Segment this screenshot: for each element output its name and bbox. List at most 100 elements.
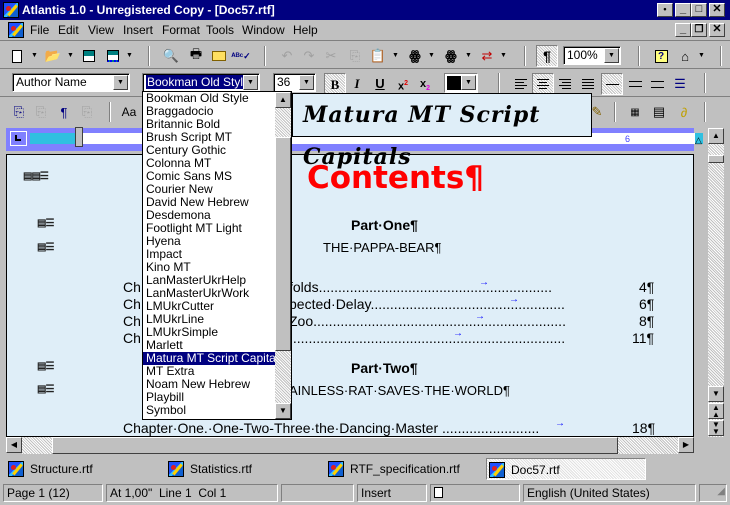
scroll-thumb[interactable] [708,155,724,163]
menu-help[interactable]: Help [293,23,318,37]
home-icon[interactable]: ⌂ [674,45,696,67]
align-center-button[interactable] [532,73,554,95]
text-color-dropdown-button[interactable]: ▼ [461,75,476,90]
status-language[interactable]: English (United States) [523,484,696,502]
superscript-button[interactable]: x2 [392,73,414,95]
previous-page-button[interactable]: ▲ ▲ [708,403,724,419]
vertical-scrollbar[interactable]: ▲ ▼ ▲ ▲ ▼ ▼ [694,128,724,437]
help-icon[interactable]: ? [650,45,672,67]
copy-paragraph-format-icon[interactable]: ¶ [53,101,75,123]
save-as-icon[interactable] [102,45,124,67]
save-dropdown-arrow[interactable]: ▼ [126,52,133,59]
italic-button[interactable]: I [346,73,368,95]
font-list-scroll-down[interactable]: ▼ [275,403,291,419]
doc-close-button[interactable]: ✕ [709,23,725,37]
close-button[interactable]: ✕ [709,3,725,17]
calculator-icon[interactable]: ▤ [648,101,670,123]
paste-dropdown-arrow[interactable]: ▼ [392,52,399,59]
open-dropdown-arrow[interactable]: ▼ [67,52,74,59]
insert-table-icon[interactable]: ▦ [624,101,646,123]
one-half-spacing-button[interactable] [624,73,646,95]
hyperlink-icon[interactable]: ∂ [673,101,695,123]
horizontal-scroll-thumb[interactable] [52,437,618,454]
scroll-down-button[interactable]: ▼ [708,386,724,402]
app-icon[interactable] [3,2,19,18]
next-page-button[interactable]: ▼ ▼ [708,420,724,436]
menu-view[interactable]: View [88,23,114,37]
align-left-button[interactable] [510,73,532,95]
menu-insert[interactable]: Insert [123,23,153,37]
cut-icon[interactable]: ✂ [320,45,342,67]
replace-icon[interactable]: ⇄ [476,45,498,67]
show-formatting-button[interactable]: ¶ [536,45,558,67]
new-document-icon[interactable] [6,45,28,67]
text-color-picker[interactable]: ▼ [444,73,478,93]
open-folder-icon[interactable]: 📂 [42,45,64,67]
horizontal-scrollbar[interactable]: ◀ ▶ [6,437,694,454]
find-next-icon[interactable]: ꙮ [440,45,462,67]
find-next-dropdown-arrow[interactable]: ▼ [465,52,472,59]
spell-check-icon[interactable]: ᴬᴮᶜ✓ [230,45,252,67]
bullets-icon[interactable]: ☰ [669,73,691,95]
toc-entry[interactable]: Ch [123,279,141,295]
document-tab[interactable]: Statistics.rtf [166,458,316,480]
indent-marker[interactable] [75,127,83,147]
scroll-left-button[interactable]: ◀ [6,437,22,453]
document-area[interactable]: ▤▤☰ ▤☰ ▤☰ ▤☰ ▤☰ Contents¶ Part·One¶ THE·… [6,154,694,437]
menu-format[interactable]: Format [162,23,200,37]
menu-tools[interactable]: Tools [206,23,234,37]
font-size-combo[interactable]: 36 ▼ [273,73,316,92]
font-dropdown-list[interactable]: Bookman Old Style Braggadocio Britannic Bo… [142,91,292,420]
align-right-button[interactable] [554,73,576,95]
scroll-right-button[interactable]: ▶ [678,437,694,453]
style-dropdown-button[interactable]: ▼ [113,75,128,90]
document-tab-active[interactable]: Doc57.rtf [486,458,646,480]
menu-window[interactable]: Window [242,23,285,37]
toc-entry[interactable]: Ch [123,296,141,312]
paste-format-icon[interactable]: ⎘ [30,101,52,123]
toc-entry[interactable]: Chapter·One.·One-Two-Three·the·Dancing·M… [123,420,539,436]
zoom-combo[interactable]: 100% ▼ [563,46,621,65]
change-case-icon[interactable]: Aa [118,101,140,123]
home-dropdown-arrow[interactable]: ▼ [698,52,705,59]
double-spacing-button[interactable] [646,73,668,95]
font-dropdown-button[interactable]: ▼ [243,75,258,90]
style-combo[interactable]: Author Name ▼ [12,73,130,92]
justify-button[interactable] [577,73,599,95]
toc-entry[interactable]: Ch [123,313,141,329]
font-combo[interactable]: Bookman Old Style ▼ [142,73,260,92]
maximize-button[interactable]: □ [691,3,707,17]
print-icon[interactable]: 🖶 [185,45,207,67]
zoom-dropdown-button[interactable]: ▼ [604,48,619,63]
underline-button[interactable]: U [369,73,391,95]
replace-dropdown-arrow[interactable]: ▼ [500,52,507,59]
scroll-up-button[interactable]: ▲ [708,128,724,144]
single-spacing-button[interactable] [601,73,623,95]
status-mode[interactable]: Insert [357,484,427,502]
doc-restore-button[interactable]: ❐ [691,23,707,37]
new-dropdown-arrow[interactable]: ▼ [31,52,38,59]
font-list-scroll-thumb[interactable] [275,137,291,351]
font-list-item[interactable]: Symbol [143,404,291,417]
menu-edit[interactable]: Edit [58,23,79,37]
undo-icon[interactable]: ↶ [276,45,298,67]
find-dropdown-arrow[interactable]: ▼ [428,52,435,59]
font-list-scrollbar[interactable]: ▲ ▼ [275,92,291,419]
copy-format-icon[interactable]: ⎘ [8,101,30,123]
font-list-scroll-up[interactable]: ▲ [275,92,291,108]
subscript-button[interactable]: x2 [414,73,436,95]
copy-icon[interactable]: ⎘ [344,45,366,67]
resize-grip[interactable]: ◢ [699,484,727,502]
document-tab[interactable]: RTF_specification.rtf [326,458,476,480]
tab-type-selector[interactable] [10,131,27,146]
extra-button[interactable]: • [657,3,673,17]
doc-minimize-button[interactable]: _ [675,23,691,37]
paste-icon[interactable]: 📋 [367,45,389,67]
print-preview-icon[interactable]: 🔍 [160,45,182,67]
document-icon[interactable] [8,22,24,38]
find-icon[interactable]: ꙮ [404,45,426,67]
toc-entry[interactable]: Ch [123,330,141,346]
paste-paragraph-format-icon[interactable]: ⎘ [76,101,98,123]
menu-file[interactable]: File [30,23,49,37]
bold-button[interactable]: B [324,73,346,95]
